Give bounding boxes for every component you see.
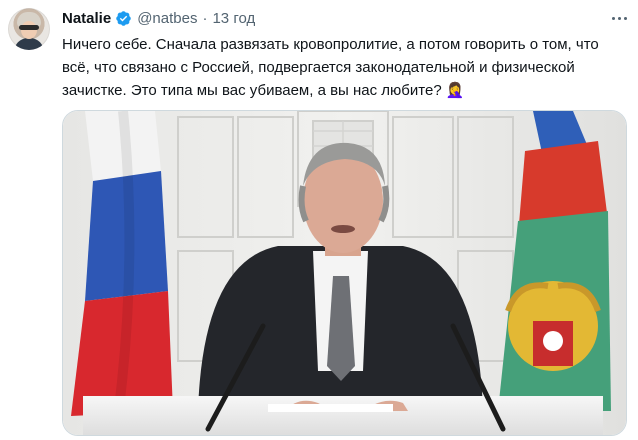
author-name[interactable]: Natalie	[62, 10, 111, 27]
tweet[interactable]: Natalie @natbes · 13 год Ничего себе. Сн…	[0, 0, 638, 440]
avatar-glasses	[19, 25, 39, 30]
author-handle[interactable]: @natbes	[137, 10, 197, 27]
facepalm-emoji-icon: 🤦‍♀️	[445, 82, 465, 99]
avatar-body	[14, 38, 44, 50]
verified-badge-icon	[116, 10, 131, 26]
separator-dot: ·	[202, 9, 208, 27]
tweet-text-body: Ничего себе. Сначала развязать кровопрол…	[62, 36, 599, 99]
media-scene	[63, 111, 626, 435]
avatar[interactable]	[8, 8, 50, 50]
tweet-media-image[interactable]	[62, 110, 627, 436]
desk	[83, 396, 603, 435]
more-options-icon[interactable]	[608, 8, 630, 28]
tweet-text: Ничего себе. Сначала развязать кровопрол…	[62, 33, 627, 102]
tweet-header: Natalie @natbes · 13 год	[62, 8, 255, 28]
tweet-time[interactable]: 13 год	[212, 10, 255, 27]
avatar-face	[21, 21, 37, 39]
papers	[268, 404, 393, 412]
